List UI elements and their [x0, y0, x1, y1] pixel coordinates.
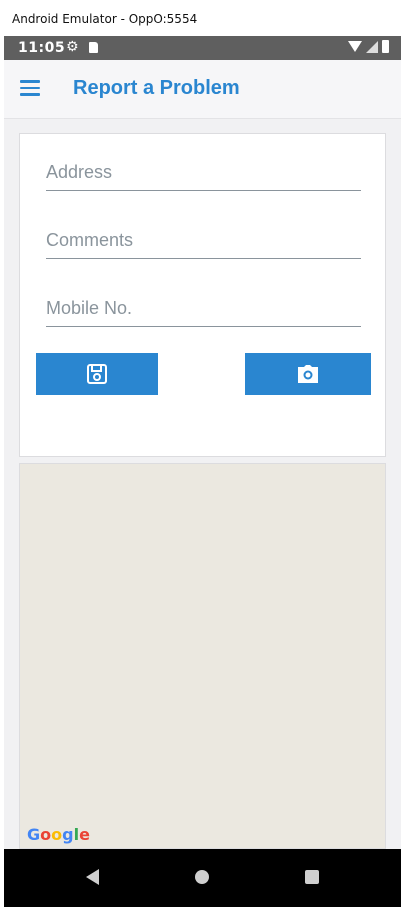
page-title: Report a Problem — [73, 77, 240, 99]
signal-icon — [366, 40, 378, 53]
status-bar: 11:05 ⚙ — [4, 36, 401, 60]
battery-icon — [382, 40, 389, 53]
mobile-field[interactable] — [46, 280, 361, 327]
comments-field[interactable] — [46, 212, 361, 259]
system-nav-bar — [4, 849, 401, 907]
camera-button[interactable] — [245, 353, 371, 395]
gear-icon: ⚙ — [66, 39, 79, 55]
window-title: Android Emulator - OppO:5554 — [12, 12, 198, 26]
camera-icon — [298, 365, 318, 383]
save-button[interactable] — [36, 353, 158, 395]
device-screen: 11:05 ⚙ Report a Problem Address Comment… — [4, 36, 401, 907]
app-bar: Report a Problem — [4, 60, 401, 119]
comments-input[interactable] — [46, 212, 361, 258]
floppy-disk-icon — [87, 364, 107, 384]
google-logo: Google — [27, 825, 90, 844]
home-icon[interactable] — [195, 870, 209, 884]
address-input[interactable] — [46, 144, 361, 190]
status-time: 11:05 — [18, 40, 66, 56]
report-form — [19, 133, 386, 457]
map-view[interactable]: Google — [19, 463, 386, 849]
main-content: Google — [4, 119, 401, 849]
mobile-input[interactable] — [46, 280, 361, 326]
window-titlebar: Android Emulator - OppO:5554 — [0, 0, 401, 36]
recents-icon[interactable] — [305, 870, 319, 884]
address-field[interactable] — [46, 144, 361, 191]
sd-card-icon — [89, 42, 98, 53]
back-icon[interactable] — [86, 869, 99, 885]
status-indicators — [348, 40, 389, 53]
hamburger-menu-icon[interactable] — [20, 80, 40, 96]
wifi-icon — [348, 41, 362, 52]
